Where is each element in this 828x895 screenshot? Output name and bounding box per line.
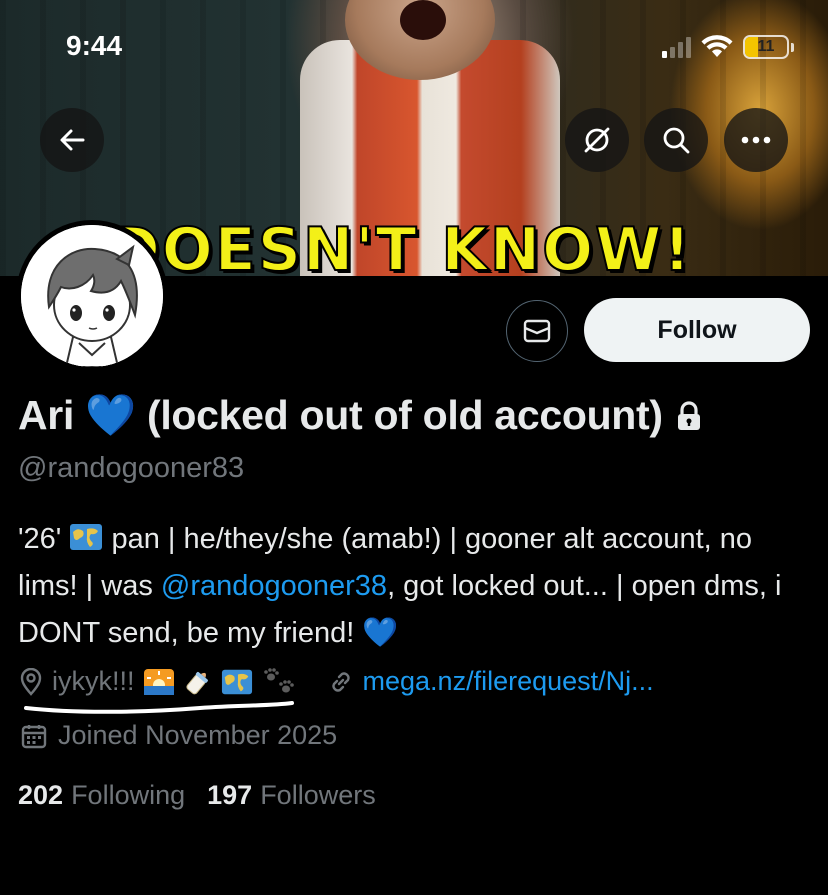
follow-stats: 202 Following 197 Followers [18,780,376,811]
location-pin-icon [20,667,42,696]
avatar-image [21,225,163,367]
follow-button[interactable]: Follow [584,298,810,362]
search-button[interactable] [644,108,708,172]
bio-mention-link[interactable]: @randogooner38 [161,570,387,602]
battery-cap [791,42,794,52]
avatar[interactable] [16,220,168,372]
website-item[interactable]: mega.nz/filerequest/Nj... [327,666,654,697]
baby-bottle-icon [183,667,213,697]
followers-count: 197 [207,780,253,810]
joined-text: Joined November 2025 [58,720,338,750]
bio: '26' pan | he/they/she (amab!) | gooner … [18,516,818,657]
location-text: iykyk!!! [52,666,135,696]
location-item: iykyk!!! [18,666,297,697]
wifi-icon [701,35,733,57]
grok-icon [584,127,610,153]
battery-level: 11 [757,38,775,55]
back-button[interactable] [40,108,104,172]
following-stat[interactable]: 202 Following [18,780,185,811]
followers-stat[interactable]: 197 Followers [207,780,376,811]
status-icons: 11 [662,32,794,62]
more-icon [741,136,771,144]
paw-prints-icon [261,667,297,697]
world-map-icon [69,522,103,552]
cellular-signal-icon [662,36,691,58]
more-button[interactable] [724,108,788,172]
sunrise-icon [143,667,175,697]
following-label: Following [71,780,186,810]
message-button[interactable] [506,300,568,362]
grok-button[interactable] [565,108,629,172]
lock-icon [677,401,700,430]
following-count: 202 [18,780,64,810]
link-icon [331,671,350,692]
calendar-icon [21,724,47,748]
website-link[interactable]: mega.nz/filerequest/Nj... [363,666,654,697]
envelope-icon [523,319,551,343]
bio-text-1: '26' [18,523,70,555]
joined-row: Joined November 2025 [20,720,337,751]
search-icon [663,127,690,154]
avatar-drawing [21,225,163,367]
world-map-icon [221,667,253,697]
display-name: Ari 💙 (locked out of old account) [18,392,663,438]
followers-label: Followers [260,780,376,810]
arrow-left-icon [60,129,85,151]
handle: @randogooner83 [18,452,245,484]
profile-meta-row: iykyk!!! mega.nz/filerequest/Nj... [18,666,654,697]
battery-icon: 11 [743,35,789,59]
banner-person-mouth [400,0,446,40]
handdrawn-underline [24,701,294,714]
status-time: 9:44 [66,30,123,61]
name-row: Ari 💙 (locked out of old account) [18,392,703,440]
